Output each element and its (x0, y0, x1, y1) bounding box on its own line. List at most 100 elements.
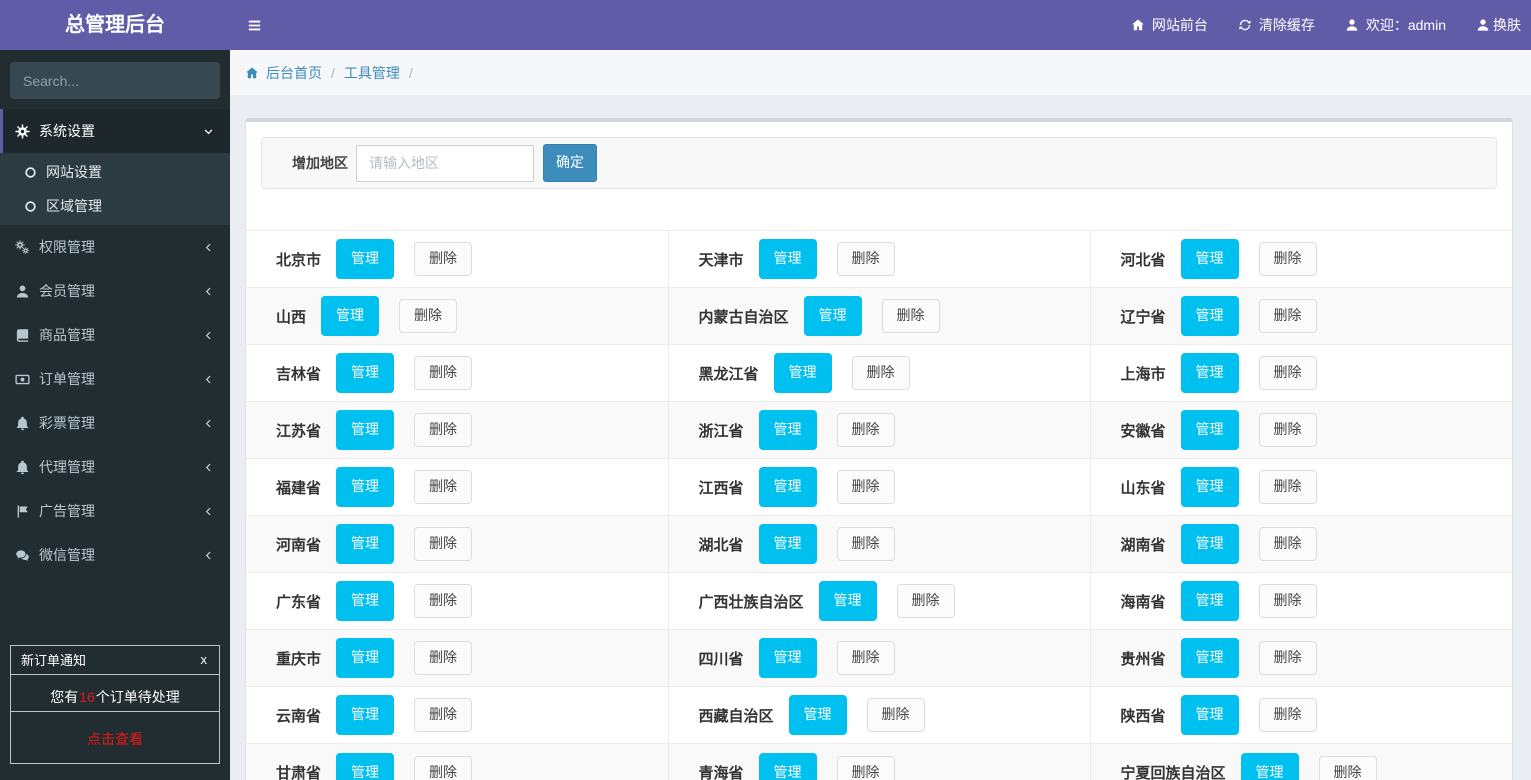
delete-button[interactable]: 删除 (1258, 242, 1317, 276)
delete-button[interactable]: 删除 (1258, 356, 1317, 390)
breadcrumb-separator: / (408, 64, 413, 81)
manage-button[interactable]: 管理 (1180, 239, 1239, 279)
region-cell: 湖北省 管理 删除 (668, 515, 1091, 573)
manage-button[interactable]: 管理 (336, 410, 395, 450)
delete-button[interactable]: 删除 (1258, 584, 1317, 618)
sidebar-subitem-region-management[interactable]: 区域管理 (0, 189, 230, 223)
delete-button[interactable]: 删除 (414, 356, 473, 390)
delete-button[interactable]: 删除 (414, 698, 473, 732)
search-button[interactable] (217, 62, 220, 99)
manage-button[interactable]: 管理 (803, 296, 862, 336)
manage-button[interactable]: 管理 (758, 239, 817, 279)
chevron-left-icon (203, 462, 214, 473)
delete-button[interactable]: 删除 (896, 584, 955, 618)
delete-button[interactable]: 删除 (836, 755, 895, 780)
delete-button[interactable]: 删除 (399, 299, 458, 333)
manage-button[interactable]: 管理 (758, 638, 817, 678)
delete-button[interactable]: 删除 (1258, 641, 1317, 675)
delete-button[interactable]: 删除 (1258, 698, 1317, 732)
manage-button[interactable]: 管理 (336, 695, 395, 735)
sidebar-item-ad-management[interactable]: 广告管理 (0, 489, 230, 533)
delete-button[interactable]: 删除 (881, 299, 940, 333)
manage-button[interactable]: 管理 (336, 353, 395, 393)
confirm-button[interactable]: 确定 (543, 144, 597, 182)
sidebar-item-label: 商品管理 (39, 327, 95, 343)
sidebar-toggle-button[interactable] (230, 0, 279, 50)
table-row: 江苏省 管理 删除 浙江省 管理 删除 安徽省 管理 删除 (246, 401, 1512, 459)
manage-button[interactable]: 管理 (758, 752, 817, 780)
manage-button[interactable]: 管理 (1180, 467, 1239, 507)
delete-button[interactable]: 删除 (1258, 527, 1317, 561)
clear-cache-label: 清除缓存 (1258, 17, 1315, 33)
welcome-label: 欢迎：admin (1365, 17, 1446, 33)
chevron-left-icon (203, 286, 214, 297)
manage-button[interactable]: 管理 (758, 410, 817, 450)
delete-button[interactable]: 删除 (1258, 413, 1317, 447)
delete-button[interactable]: 删除 (836, 470, 895, 504)
sidebar-item-wechat-management[interactable]: 微信管理 (0, 533, 230, 577)
notification-close-button[interactable]: x (199, 652, 210, 667)
sidebar-item-agent-management[interactable]: 代理管理 (0, 445, 230, 489)
sidebar-item-order-management[interactable]: 订单管理 (0, 357, 230, 401)
sidebar-item-product-management[interactable]: 商品管理 (0, 313, 230, 357)
manage-button[interactable]: 管理 (336, 467, 395, 507)
delete-button[interactable]: 删除 (414, 470, 473, 504)
manage-button[interactable]: 管理 (1240, 752, 1299, 780)
manage-button[interactable]: 管理 (336, 239, 395, 279)
search-input[interactable] (10, 63, 217, 98)
delete-button[interactable]: 删除 (1258, 470, 1317, 504)
delete-button[interactable]: 删除 (851, 356, 910, 390)
frontend-link[interactable]: 网站前台 (1116, 0, 1223, 50)
manage-button[interactable]: 管理 (758, 524, 817, 564)
clear-cache-link[interactable]: 清除缓存 (1223, 0, 1330, 50)
change-skin-link[interactable]: 换肤 (1461, 0, 1531, 50)
delete-button[interactable]: 删除 (836, 641, 895, 675)
delete-button[interactable]: 删除 (414, 755, 473, 780)
manage-button[interactable]: 管理 (321, 296, 380, 336)
delete-button[interactable]: 删除 (414, 641, 473, 675)
welcome-user[interactable]: 欢迎：admin (1330, 0, 1461, 50)
manage-button[interactable]: 管理 (758, 467, 817, 507)
manage-button[interactable]: 管理 (1180, 638, 1239, 678)
manage-button[interactable]: 管理 (773, 353, 832, 393)
sidebar-item-lottery-management[interactable]: 彩票管理 (0, 401, 230, 445)
manage-button[interactable]: 管理 (818, 581, 877, 621)
chevron-left-icon (203, 418, 214, 429)
chevron-left-icon (203, 242, 214, 253)
delete-button[interactable]: 删除 (836, 413, 895, 447)
manage-button[interactable]: 管理 (1180, 581, 1239, 621)
notification-view-link[interactable]: 点击查看 (11, 717, 219, 763)
delete-button[interactable]: 删除 (1318, 755, 1377, 780)
app-logo[interactable]: 总管理后台 (0, 0, 230, 50)
manage-button[interactable]: 管理 (336, 524, 395, 564)
manage-button[interactable]: 管理 (336, 638, 395, 678)
manage-button[interactable]: 管理 (1180, 524, 1239, 564)
manage-button[interactable]: 管理 (336, 581, 395, 621)
navbar-right: 网站前台 清除缓存 欢迎：admin 换肤 (1116, 0, 1531, 50)
sidebar-subitem-site-settings[interactable]: 网站设置 (0, 155, 230, 189)
delete-button[interactable]: 删除 (414, 242, 473, 276)
region-cell: 河北省 管理 删除 (1090, 230, 1512, 288)
breadcrumb-link-1[interactable]: 后台首页 (266, 63, 322, 83)
delete-button[interactable]: 删除 (1258, 299, 1317, 333)
sidebar-item-member-management[interactable]: 会员管理 (0, 269, 230, 313)
delete-button[interactable]: 删除 (866, 698, 925, 732)
manage-button[interactable]: 管理 (788, 695, 847, 735)
region-name: 内蒙古自治区 (698, 308, 789, 326)
sidebar-item-system-settings[interactable]: 系统设置 (0, 109, 230, 153)
manage-button[interactable]: 管理 (336, 752, 395, 780)
manage-button[interactable]: 管理 (1180, 410, 1239, 450)
delete-button[interactable]: 删除 (414, 584, 473, 618)
region-name: 河南省 (276, 536, 322, 554)
breadcrumb-link-2[interactable]: 工具管理 (344, 63, 400, 83)
manage-button[interactable]: 管理 (1180, 296, 1239, 336)
region-input[interactable] (356, 144, 534, 182)
delete-button[interactable]: 删除 (836, 527, 895, 561)
delete-button[interactable]: 删除 (414, 413, 473, 447)
sidebar-item-permission-management[interactable]: 权限管理 (0, 225, 230, 269)
delete-button[interactable]: 删除 (836, 242, 895, 276)
region-cell: 天津市 管理 删除 (668, 230, 1091, 288)
manage-button[interactable]: 管理 (1180, 353, 1239, 393)
delete-button[interactable]: 删除 (414, 527, 473, 561)
manage-button[interactable]: 管理 (1180, 695, 1239, 735)
